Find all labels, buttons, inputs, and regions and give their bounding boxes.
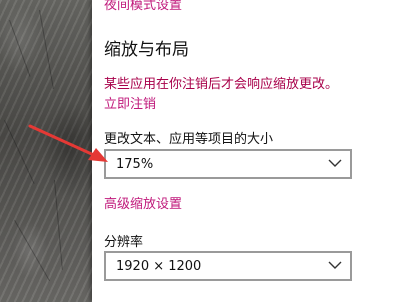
scale-dropdown[interactable]: 175% bbox=[104, 149, 352, 179]
resolution-value: 1920 × 1200 bbox=[116, 259, 202, 274]
desktop-wallpaper bbox=[0, 0, 92, 302]
chevron-down-icon bbox=[328, 159, 342, 167]
restart-notice: 某些应用在你注销后才会响应缩放更改。 bbox=[104, 77, 339, 92]
night-mode-settings-link[interactable]: 夜间模式设置 bbox=[104, 0, 182, 13]
scale-label: 更改文本、应用等项目的大小 bbox=[104, 132, 274, 147]
advanced-scaling-settings-link[interactable]: 高级缩放设置 bbox=[104, 193, 182, 212]
scale-layout-heading: 缩放与布局 bbox=[104, 40, 189, 60]
resolution-dropdown[interactable]: 1920 × 1200 bbox=[104, 251, 352, 281]
sign-out-now-link[interactable]: 立即注销 bbox=[104, 93, 156, 112]
display-settings-panel: 夜间模式设置 缩放与布局 某些应用在你注销后才会响应缩放更改。 立即注销 更改文… bbox=[92, 0, 400, 302]
resolution-label: 分辨率 bbox=[104, 235, 144, 250]
chevron-down-icon bbox=[328, 261, 342, 269]
scale-value: 175% bbox=[116, 157, 154, 172]
